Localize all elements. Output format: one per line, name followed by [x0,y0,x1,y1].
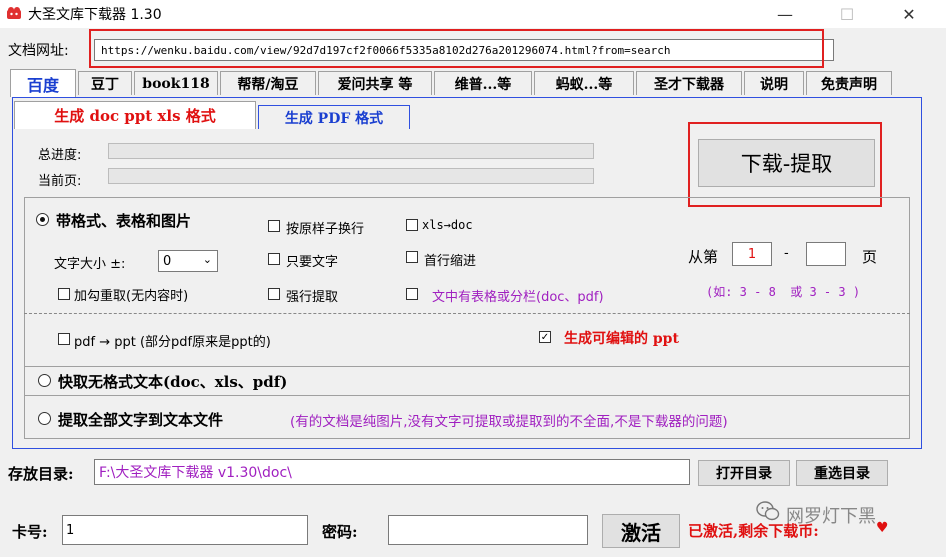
title-bar: 大圣文库下载器 1.30 — ☐ ✕ [0,0,946,28]
text-only-checkbox[interactable] [268,253,280,265]
table-cols-label: 文中有表格或分栏(doc、pdf) [432,290,604,305]
radio-with-format-label: 带格式、表格和图片 [56,212,192,230]
font-size-label: 文字大小 ±: [54,257,126,272]
password-label: 密码: [322,523,358,541]
card-number-label: 卡号: [12,523,48,541]
chevron-down-icon: ⌄ [202,253,212,266]
check-icon: ✓ [540,331,550,343]
font-size-value: 0 [163,253,172,269]
add-check-label: 加勾重取(无内容时) [74,289,189,304]
current-page-bar [108,168,594,184]
close-button[interactable]: ✕ [886,0,932,28]
force-extract-label: 强行提取 [286,290,339,305]
url-highlight-box [89,29,824,68]
tab-iask[interactable]: 爱问共享 等 [318,71,432,95]
save-dir-input[interactable]: F:\大圣文库下载器 v1.30\doc\ [94,459,690,485]
minimize-button[interactable]: — [762,0,808,28]
activate-button[interactable]: 激活 [602,514,680,548]
page-unit-label: 页 [862,248,878,266]
page-range-example: (如: 3 - 8 或 3 - 3 ) [706,285,861,299]
card-number-input[interactable]: 1 [62,515,308,545]
radio-fast-text-label: 快取无格式文本(doc、xls、pdf) [58,373,288,391]
first-indent-label: 首行缩进 [424,254,477,269]
reselect-dir-button[interactable]: 重选目录 [796,460,888,486]
tab-weipu[interactable]: 维普...等 [434,71,532,95]
text-only-label: 只要文字 [286,255,339,270]
pdf-ppt-checkbox[interactable] [58,333,70,345]
to-page-input[interactable] [806,242,846,266]
app-icon [7,7,21,19]
password-input[interactable] [388,515,588,545]
tab-help[interactable]: 说明 [744,71,804,95]
radio-with-format[interactable] [36,213,49,226]
note-text: (有的文档是纯图片,没有文字可提取或提取到的不全面,不是下载器的问题) [290,414,728,430]
keep-newline-label: 按原样子换行 [286,222,365,237]
radio-all-text-label: 提取全部文字到文本文件 [58,411,224,429]
radio-fast-text[interactable] [38,374,51,387]
heart-icon: ♥ [876,520,889,536]
tab-mayi[interactable]: 蚂蚁...等 [534,71,634,95]
font-size-select[interactable]: 0 ⌄ [158,250,218,272]
tab-docin[interactable]: 豆丁 [78,71,132,95]
tab-baidu[interactable]: 百度 [10,69,76,97]
tab-book118[interactable]: book118 [134,71,218,95]
url-label: 文档网址: [8,43,69,59]
download-extract-button[interactable]: 下载-提取 [698,139,875,187]
total-progress-bar [108,143,594,159]
xls-doc-checkbox[interactable] [406,219,418,231]
current-page-label: 当前页: [38,174,82,189]
first-indent-checkbox[interactable] [406,251,418,263]
radio-all-text[interactable] [38,412,51,425]
subtab-pdf[interactable]: 生成 PDF 格式 [258,105,410,129]
keep-newline-checkbox[interactable] [268,220,280,232]
editable-ppt-checkbox[interactable]: ✓ [539,331,551,343]
save-dir-label: 存放目录: [8,465,74,483]
force-extract-checkbox[interactable] [268,288,280,300]
editable-ppt-label: 生成可编辑的 ppt [564,331,679,347]
table-cols-checkbox[interactable] [406,288,418,300]
open-dir-button[interactable]: 打开目录 [698,460,790,486]
page-range-dash: - [784,246,789,261]
from-page-input[interactable]: 1 [732,242,772,266]
tab-shengcai[interactable]: 圣才下载器 [636,71,742,95]
subtab-doc[interactable]: 生成 doc ppt xls 格式 [14,101,256,129]
total-progress-label: 总进度: [38,148,82,163]
options-divider [24,313,910,314]
maximize-button[interactable]: ☐ [824,0,870,28]
xls-doc-label: xls→doc [422,218,473,232]
from-page-label: 从第 [688,248,719,266]
tab-disclaimer[interactable]: 免责声明 [806,71,892,95]
wechat-icon [756,500,780,522]
tab-bangbang[interactable]: 帮帮/淘豆 [220,71,316,95]
window-title: 大圣文库下载器 1.30 [28,7,162,23]
pdf-ppt-label: pdf → ppt (部分pdf原来是ppt的) [74,335,271,350]
add-check-checkbox[interactable] [58,288,70,300]
watermark-text: 网罗灯下黑 [786,506,876,527]
